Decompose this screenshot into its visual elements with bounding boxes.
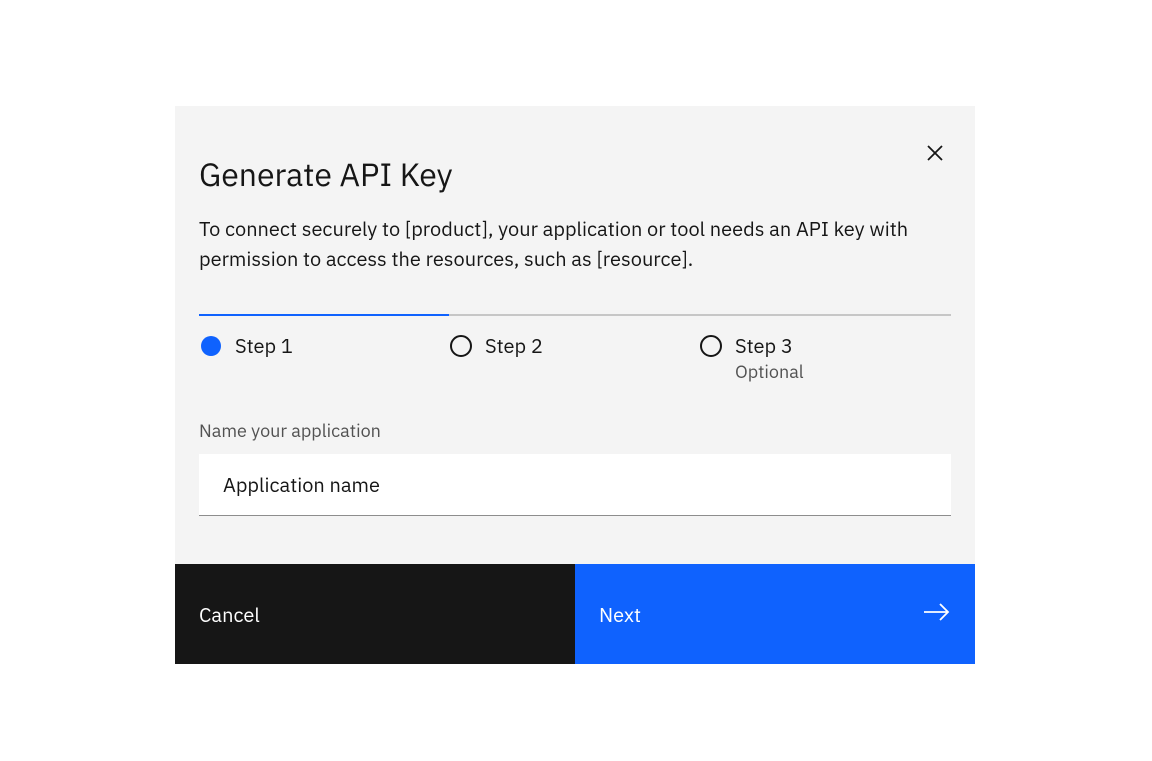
step-2-label: Step 2 [485,332,543,360]
step-3[interactable]: Step 3 Optional [699,332,949,383]
circle-outline-icon [449,334,473,358]
step-2[interactable]: Step 2 [449,332,699,383]
api-key-modal: Generate API Key To connect securely to … [175,106,975,664]
application-name-label: Name your application [199,419,951,442]
progress-indicator-fill [199,314,449,316]
step-3-label: Step 3 [735,332,804,360]
next-button[interactable]: Next [575,564,975,664]
step-1-label: Step 1 [235,332,293,360]
application-name-input[interactable] [199,454,951,516]
arrow-right-icon [923,601,951,628]
cancel-button[interactable]: Cancel [175,564,575,664]
modal-footer: Cancel Next [175,564,975,664]
modal-body: Generate API Key To connect securely to … [175,106,975,564]
cancel-button-label: Cancel [199,601,260,628]
step-3-sublabel: Optional [735,360,804,383]
circle-filled-icon [199,334,223,358]
step-2-texts: Step 2 [485,332,543,360]
step-1[interactable]: Step 1 [199,332,449,383]
next-button-label: Next [599,601,641,628]
close-icon [925,143,945,166]
progress-steps: Step 1 Step 2 [199,332,951,383]
step-3-texts: Step 3 Optional [735,332,804,383]
modal-title: Generate API Key [199,154,951,194]
modal-description: To connect securely to [product], your a… [199,214,919,274]
circle-outline-icon [699,334,723,358]
step-1-texts: Step 1 [235,332,293,360]
progress-indicator-track [199,314,951,316]
close-button[interactable] [915,134,955,174]
